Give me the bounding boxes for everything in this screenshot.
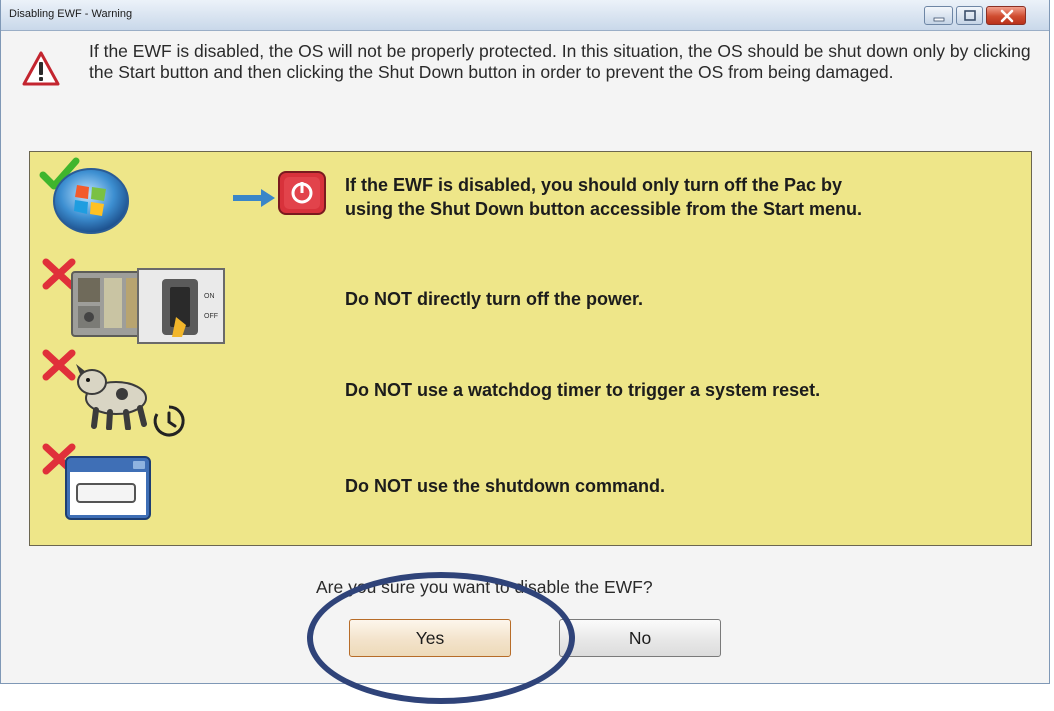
row-shutdown-via-start: If the EWF is disabled, you should only … (345, 173, 862, 221)
command-window-icon (65, 456, 151, 520)
maximize-icon (964, 10, 976, 21)
switch-off-label: OFF (204, 313, 218, 320)
no-button[interactable]: No (559, 619, 721, 657)
highlight-circle (307, 572, 575, 704)
switch-on-label: ON (204, 293, 215, 300)
window-title: Disabling EWF - Warning (9, 8, 133, 20)
power-switch-icon: ON OFF (137, 268, 225, 344)
arrow-right-icon (233, 189, 275, 207)
row-no-power-off: Do NOT directly turn off the power. (345, 289, 644, 309)
start-orb-icon (53, 168, 129, 234)
watchdog-icon (76, 364, 147, 430)
minimize-icon (933, 17, 945, 22)
dialog-window: Disabling EWF - Warning If the EWF is di… (0, 0, 1050, 684)
maximize-button[interactable] (956, 6, 983, 25)
close-button[interactable] (986, 6, 1026, 25)
instructions-panel: If the EWF is disabled, you should only … (29, 151, 1032, 546)
minimize-button[interactable] (924, 6, 953, 25)
row-shutdown-line-2: using the Shut Down button accessible fr… (345, 199, 863, 219)
row-shutdown-line-1: If the EWF is disabled, you should only … (345, 175, 843, 195)
timer-icon (153, 405, 185, 437)
row-no-watchdog: Do NOT use a watchdog timer to trigger a… (345, 380, 821, 400)
row-no-shutdown-command: Do NOT use the shutdown command. (345, 476, 666, 496)
close-icon (1000, 9, 1014, 23)
warning-message: If the EWF is disabled, the OS will not … (89, 41, 1031, 82)
title-bar[interactable]: Disabling EWF - Warning (1, 0, 1049, 31)
warning-triangle-icon (22, 51, 60, 86)
shutdown-button-icon (278, 171, 326, 215)
